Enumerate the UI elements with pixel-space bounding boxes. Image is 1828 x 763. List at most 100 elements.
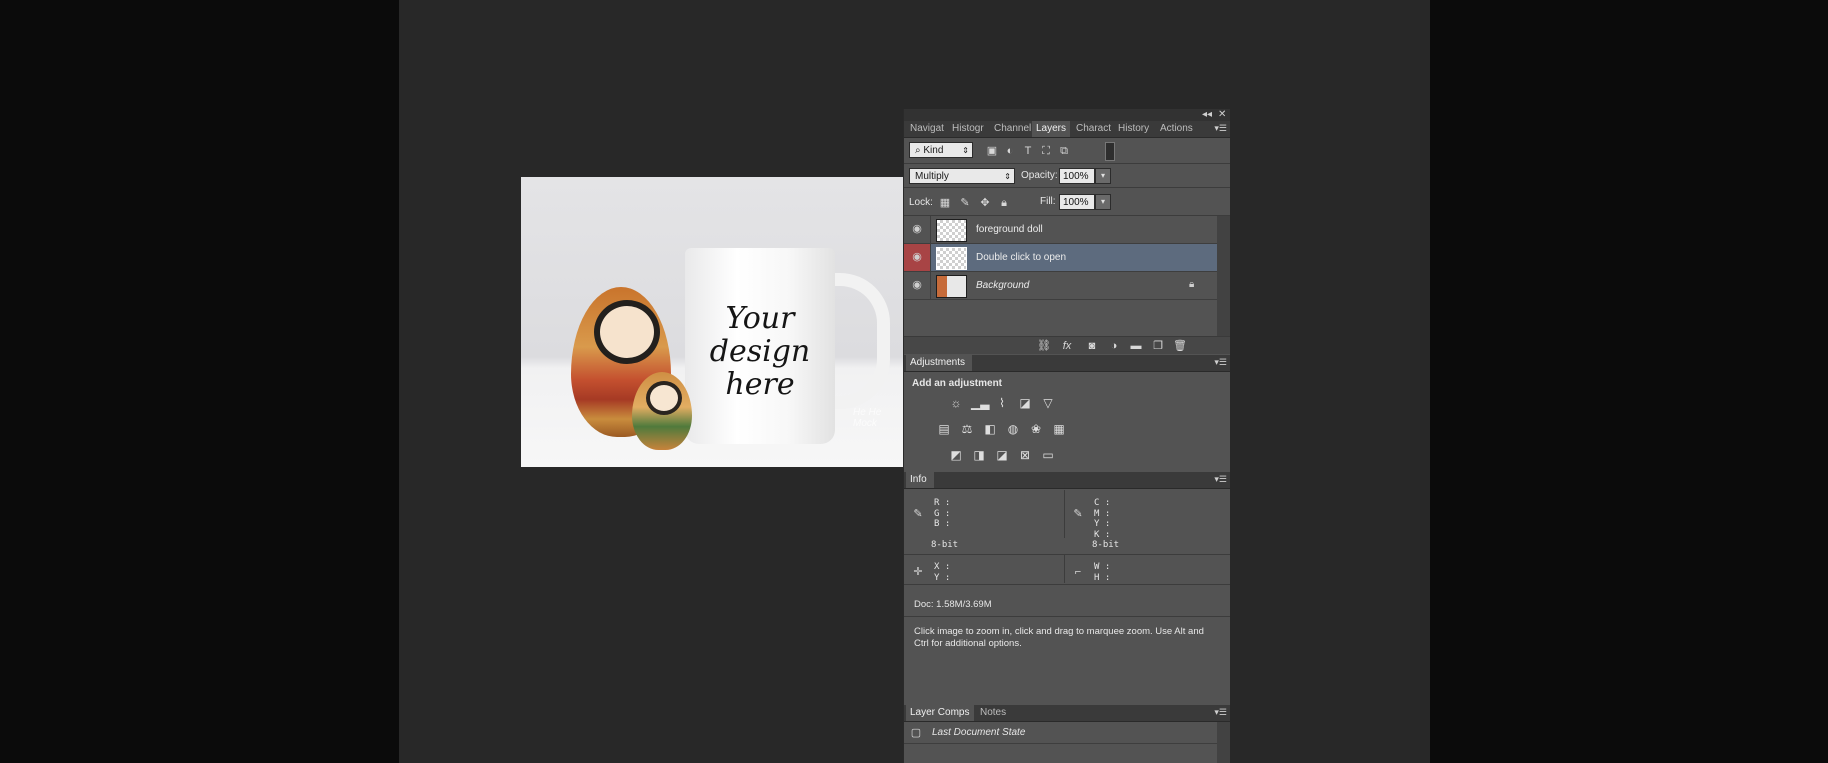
exposure-icon[interactable]: ◪ xyxy=(1017,396,1033,410)
layer-row-selected[interactable]: ◉ Double click to open xyxy=(904,244,1217,272)
hue-saturation-icon[interactable]: ▤ xyxy=(936,422,952,436)
trash-icon[interactable]: 🗑︎ xyxy=(1172,339,1188,353)
layer-comps-scrollbar[interactable] xyxy=(1217,722,1230,763)
lock-transparent-icon[interactable]: ▦ xyxy=(937,196,953,210)
divider xyxy=(1064,555,1065,583)
gradient-map-icon[interactable]: ▭ xyxy=(1040,448,1056,462)
mask-icon[interactable]: ◙ xyxy=(1084,339,1100,353)
photo-filter-icon[interactable]: ◍ xyxy=(1005,422,1021,436)
fill-input[interactable]: 100% xyxy=(1059,194,1095,210)
blend-row: Multiply ⇕ Opacity: 100% ▾ xyxy=(904,164,1230,188)
link-icon[interactable]: ⛓ xyxy=(1036,339,1052,353)
layer-row[interactable]: ◉ foreground doll xyxy=(904,216,1217,244)
info-tab-bar: Info ▾☰ xyxy=(904,472,1230,489)
watermark: He He Mock xyxy=(853,407,882,429)
selective-color-icon[interactable]: ⊠ xyxy=(1017,448,1033,462)
adjustment-filter-icon[interactable]: ◐ xyxy=(1002,144,1018,158)
blend-mode-select[interactable]: Multiply ⇕ xyxy=(909,168,1015,184)
updown-arrows-icon: ⇕ xyxy=(962,146,969,155)
eye-icon[interactable]: ◉ xyxy=(904,244,931,271)
filter-kind-select[interactable]: ⌕ Kind ⇕ xyxy=(909,142,973,158)
layer-row[interactable]: ◉ Background 🔒︎ xyxy=(904,272,1217,300)
close-icon[interactable]: ✕ xyxy=(1218,109,1226,121)
mug-design-text: Your design here xyxy=(695,302,825,401)
tab-navigator[interactable]: Navigat xyxy=(906,121,948,137)
doll-face xyxy=(594,300,660,364)
tab-actions[interactable]: Actions xyxy=(1156,121,1198,137)
tab-layer-comps[interactable]: Layer Comps xyxy=(906,705,974,721)
adjustment-layer-icon[interactable]: ◑ xyxy=(1106,339,1122,353)
document-canvas[interactable]: Your design here He He Mock xyxy=(521,177,903,467)
vibrance-icon[interactable]: ▽ xyxy=(1040,396,1056,410)
tab-history[interactable]: History xyxy=(1114,121,1156,137)
tab-notes[interactable]: Notes xyxy=(976,705,1014,721)
layer-name: Double click to open xyxy=(976,252,1067,263)
tab-histogram[interactable]: Histogr xyxy=(948,121,990,137)
smart-object-filter-icon[interactable]: ⧉ xyxy=(1056,144,1072,158)
pixel-filter-icon[interactable]: ▣ xyxy=(984,144,1000,158)
lock-icon: 🔒︎ xyxy=(1189,279,1195,290)
fill-label: Fill: xyxy=(1040,196,1056,207)
new-layer-icon[interactable]: ❐ xyxy=(1150,339,1166,353)
adjustments-heading: Add an adjustment xyxy=(912,378,1003,389)
lock-position-icon[interactable]: ✥ xyxy=(977,196,993,210)
color-lookup-icon[interactable]: ▦ xyxy=(1051,422,1067,436)
opacity-input[interactable]: 100% xyxy=(1059,168,1095,184)
fx-icon[interactable]: fx xyxy=(1059,339,1075,353)
channel-mixer-icon[interactable]: ❀ xyxy=(1028,422,1044,436)
lock-paint-icon[interactable]: ✎ xyxy=(957,196,973,210)
cmyk-readout: C : M : Y : K : xyxy=(1094,498,1111,540)
tab-channels[interactable]: Channel xyxy=(990,121,1032,137)
mug-text-line: Your xyxy=(725,301,795,336)
doc-size: Doc: 1.58M/3.69M xyxy=(914,599,992,610)
comp-state-icon[interactable]: ▢ xyxy=(908,726,924,740)
layers-scrollbar[interactable] xyxy=(1217,216,1230,336)
tab-adjustments[interactable]: Adjustments xyxy=(906,355,972,371)
panel-menu-icon[interactable]: ▾☰ xyxy=(1214,123,1227,134)
bit-depth-left: 8-bit xyxy=(931,540,959,550)
eyedropper-icon: ✎ xyxy=(1073,508,1083,520)
lock-all-icon[interactable]: 🔒︎ xyxy=(996,196,1012,210)
folder-icon[interactable]: ▬ xyxy=(1128,339,1144,353)
collapse-panels-icon[interactable]: ◂◂ xyxy=(1202,109,1212,121)
brightness-icon[interactable]: ☼ xyxy=(948,396,964,410)
tool-hint: Click image to zoom in, click and drag t… xyxy=(914,626,1204,649)
top-tab-bar: Navigat Histogr Channel Layers Charact H… xyxy=(904,121,1230,138)
layer-comp-name: Last Document State xyxy=(932,727,1026,738)
divider xyxy=(1064,490,1065,538)
layer-filter-row: ⌕ Kind ⇕ ▣ ◐ T ⛶ ⧉ xyxy=(904,138,1230,164)
eye-icon[interactable]: ◉ xyxy=(904,272,931,299)
panel-menu-icon[interactable]: ▾☰ xyxy=(1214,707,1227,718)
opacity-dropdown-button[interactable]: ▾ xyxy=(1095,168,1111,184)
fill-dropdown-button[interactable]: ▾ xyxy=(1095,194,1111,210)
tab-info[interactable]: Info xyxy=(906,472,934,488)
panel-menu-icon[interactable]: ▾☰ xyxy=(1214,357,1227,368)
mug-text-line: design xyxy=(709,334,811,369)
rgb-readout: R : G : B : xyxy=(934,498,951,529)
type-filter-icon[interactable]: T xyxy=(1020,144,1036,158)
layers-footer: ⛓ fx ◙ ◑ ▬ ❐ 🗑︎ xyxy=(904,336,1230,354)
crosshair-icon: ✛ xyxy=(913,566,923,578)
filter-kind-value: Kind xyxy=(923,145,944,156)
color-balance-icon[interactable]: ⚖ xyxy=(959,422,975,436)
filter-toggle[interactable] xyxy=(1105,142,1115,161)
curves-icon[interactable]: ⌇ xyxy=(994,396,1010,410)
threshold-icon[interactable]: ◪ xyxy=(994,448,1010,462)
panel-menu-icon[interactable]: ▾☰ xyxy=(1214,474,1227,485)
divider xyxy=(904,584,1230,585)
invert-icon[interactable]: ◩ xyxy=(948,448,964,462)
shape-filter-icon[interactable]: ⛶ xyxy=(1038,144,1054,158)
selection-size-icon: ⌐ xyxy=(1074,566,1082,578)
eye-icon[interactable]: ◉ xyxy=(904,216,931,243)
tab-character[interactable]: Charact xyxy=(1072,121,1114,137)
tab-layers[interactable]: Layers xyxy=(1032,121,1070,137)
posterize-icon[interactable]: ◨ xyxy=(971,448,987,462)
layer-name: Background xyxy=(976,280,1030,291)
levels-icon[interactable]: ▁▃ xyxy=(971,396,989,410)
smart-object-thumbnail xyxy=(936,247,967,270)
layer-comp-row[interactable]: ▢ Last Document State xyxy=(904,722,1230,744)
black-white-icon[interactable]: ◧ xyxy=(982,422,998,436)
background-thumbnail xyxy=(936,275,967,298)
dock-header: ◂◂ ✕ xyxy=(904,109,1230,121)
opacity-label: Opacity: xyxy=(1021,170,1058,181)
